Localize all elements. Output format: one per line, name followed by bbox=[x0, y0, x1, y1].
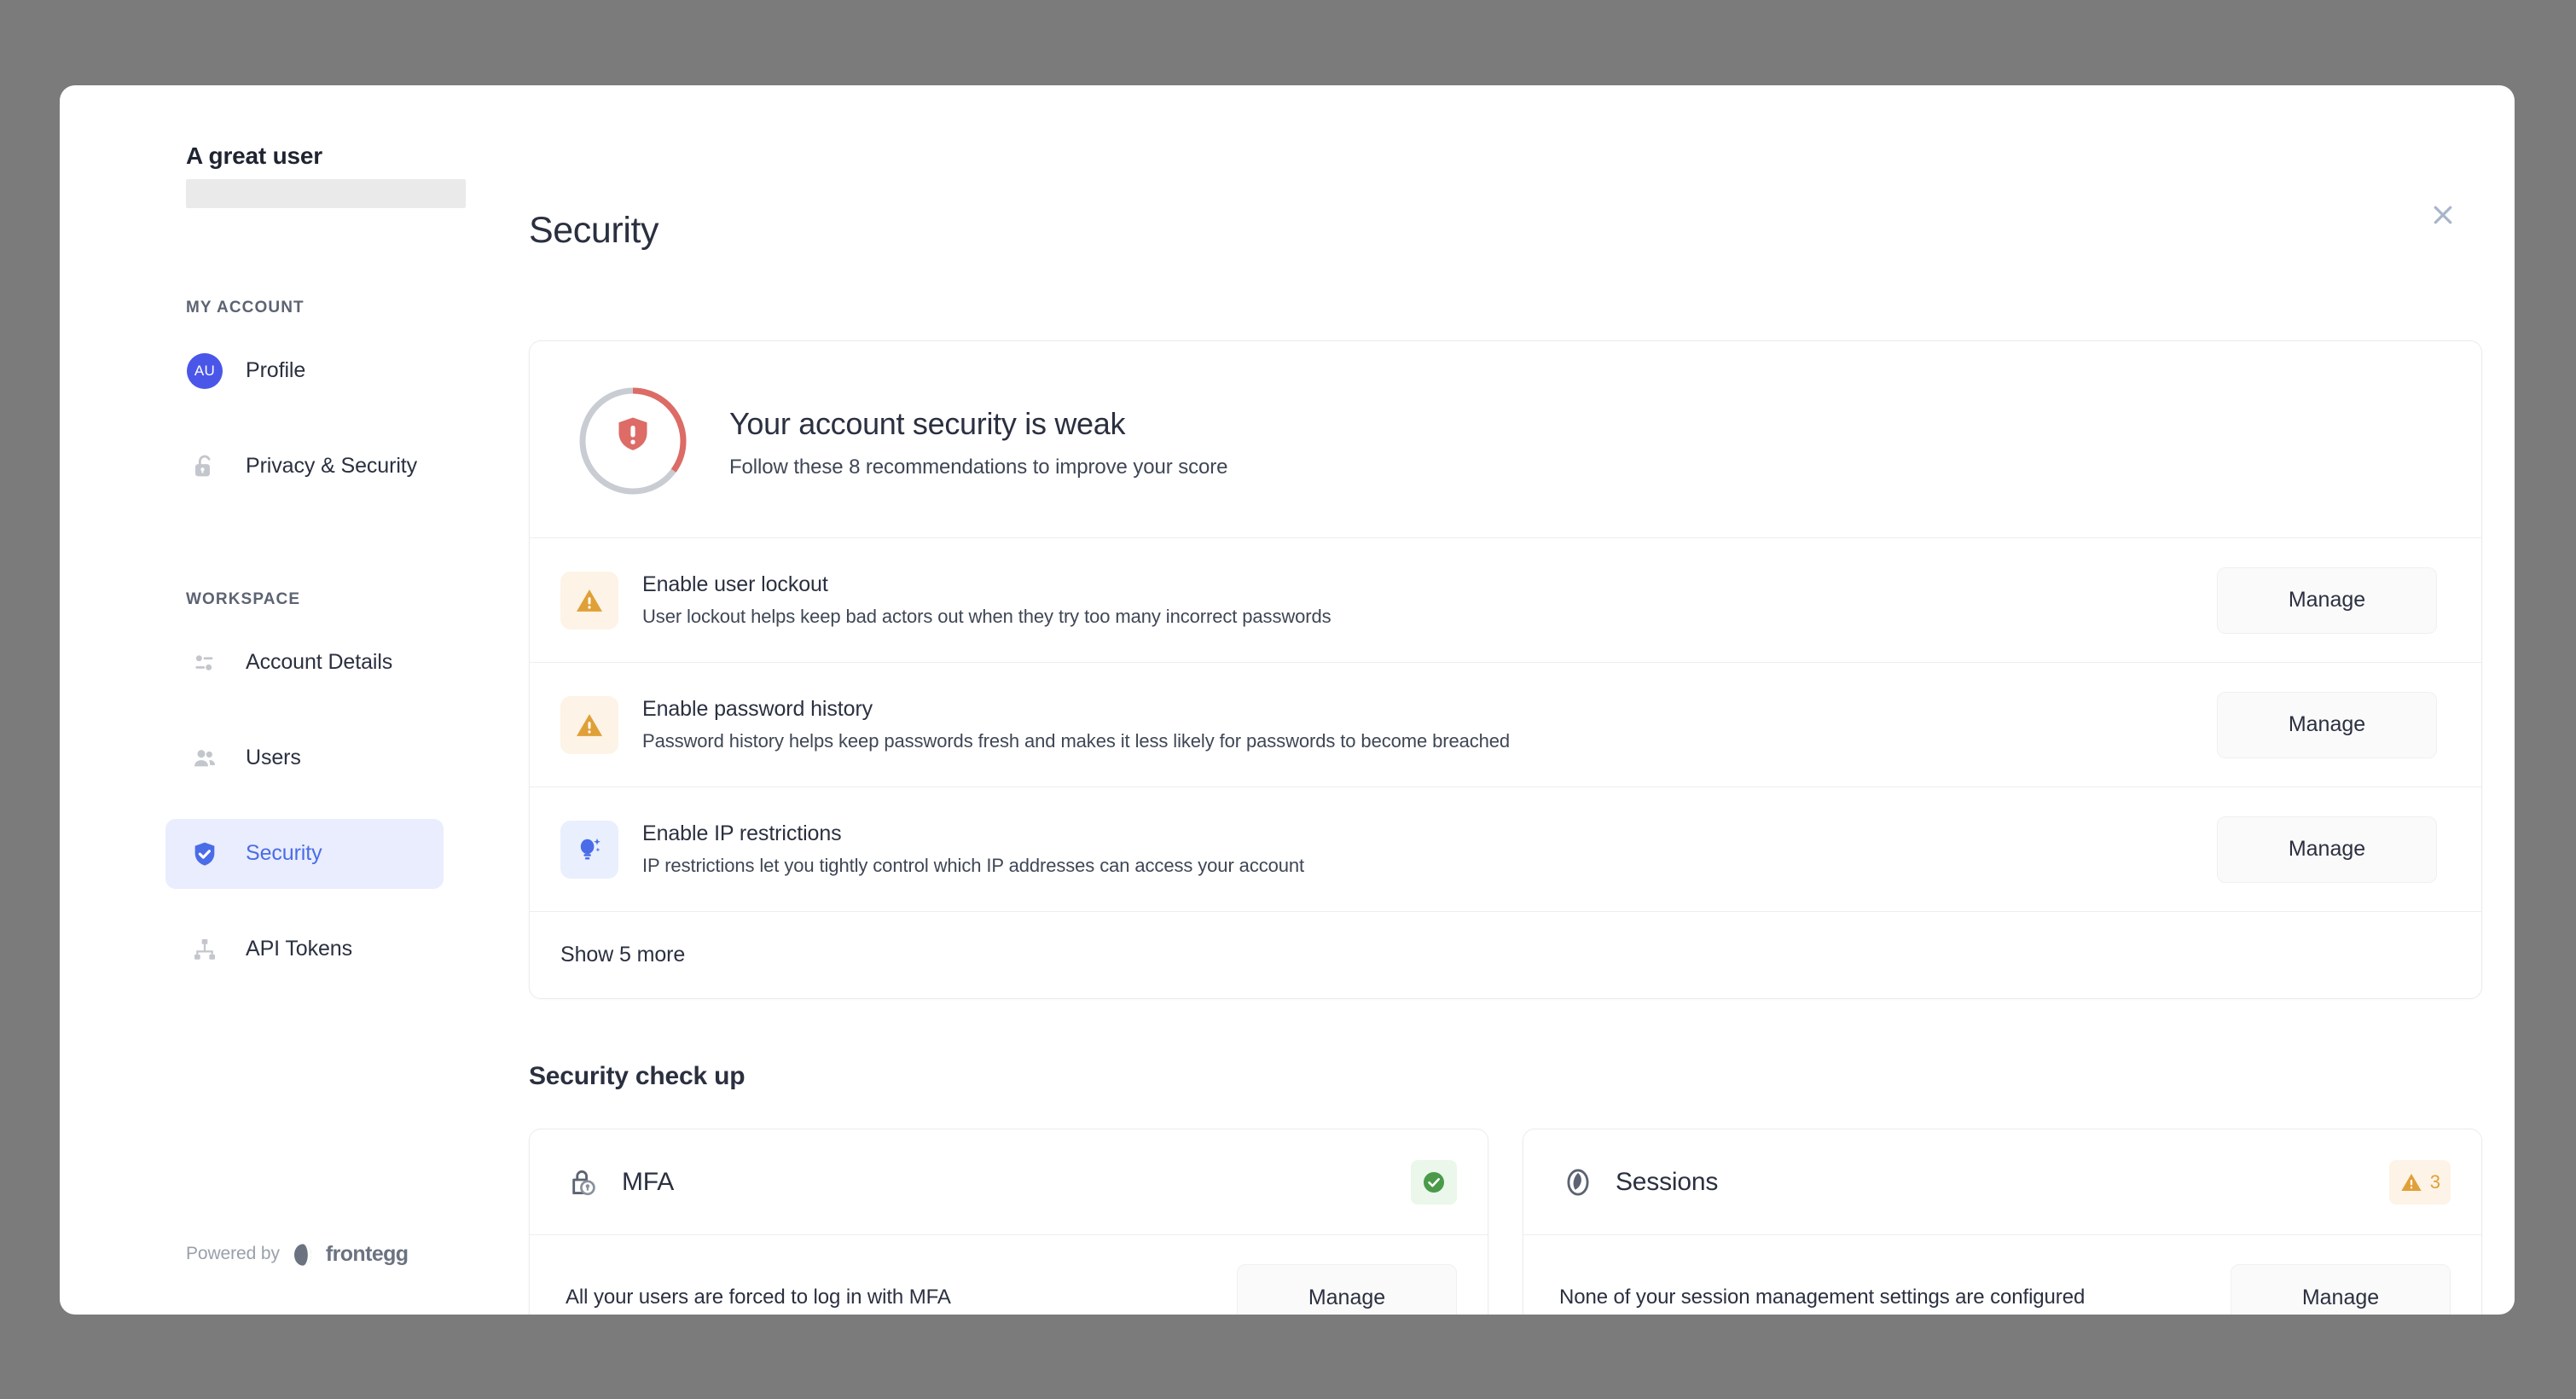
warning-triangle-icon bbox=[560, 695, 618, 754]
lightbulb-icon bbox=[560, 820, 618, 879]
sidebar-item-label: Privacy & Security bbox=[246, 454, 418, 479]
sitemap-icon bbox=[186, 931, 223, 968]
show-more-button[interactable]: Show 5 more bbox=[530, 911, 2481, 998]
card-header: Sessions 3 bbox=[1523, 1129, 2481, 1235]
card-header: MFA bbox=[530, 1129, 1488, 1235]
recommendation-description: Password history helps keep passwords fr… bbox=[642, 730, 1511, 752]
close-icon bbox=[2434, 206, 2452, 224]
shield-alert-icon bbox=[618, 417, 647, 450]
recommendation-row: Enable password history Password history… bbox=[530, 662, 2481, 787]
hero-subtitle: Follow these 8 recommendations to improv… bbox=[729, 456, 1228, 479]
security-modal: A great user MY ACCOUNT AU Profile Priva… bbox=[60, 85, 2515, 1315]
card-body: None of your session management settings… bbox=[1523, 1235, 2481, 1315]
users-icon bbox=[186, 740, 223, 777]
avatar-initials: AU bbox=[187, 352, 223, 389]
recommendation-row: Enable user lockout User lockout helps k… bbox=[530, 537, 2481, 662]
card-description: All your users are forced to log in with… bbox=[566, 1286, 951, 1309]
sidebar-section-workspace: WORKSPACE bbox=[186, 589, 301, 608]
recommendation-title: Enable password history bbox=[642, 697, 873, 721]
powered-by-label: Powered by bbox=[186, 1244, 280, 1263]
security-checkup-heading: Security check up bbox=[529, 1062, 746, 1090]
hero-title: Your account security is weak bbox=[729, 406, 1126, 441]
security-score-ring bbox=[574, 382, 692, 500]
sidebar-item-label: Account Details bbox=[246, 650, 393, 675]
checkup-card-sessions: Sessions 3 None of your session manageme… bbox=[1523, 1129, 2482, 1315]
recommendation-row: Enable IP restrictions IP restrictions l… bbox=[530, 787, 2481, 911]
sidebar-item-label: API Tokens bbox=[246, 937, 353, 961]
card-title: MFA bbox=[622, 1167, 675, 1196]
status-badge: 3 bbox=[2388, 1159, 2451, 1205]
sidebar-item-users[interactable]: Users bbox=[165, 723, 444, 793]
avatar: AU bbox=[186, 352, 223, 390]
recommendation-description: User lockout helps keep bad actors out w… bbox=[642, 606, 1332, 627]
sidebar-section-my-account: MY ACCOUNT bbox=[186, 298, 305, 316]
manage-button[interactable]: Manage bbox=[2231, 1264, 2451, 1315]
user-name: A great user bbox=[186, 142, 322, 169]
manage-button[interactable]: Manage bbox=[2217, 691, 2437, 758]
sidebar-item-security[interactable]: Security bbox=[165, 818, 444, 889]
security-checkup-grid: MFA All your users are forced to log in … bbox=[529, 1129, 2482, 1315]
check-circle-icon bbox=[1424, 1171, 1444, 1193]
warning-triangle-icon bbox=[560, 571, 618, 630]
clock-icon bbox=[1559, 1164, 1597, 1201]
main-content: Security Your account security is weak F… bbox=[469, 85, 2515, 1315]
sidebar-item-profile[interactable]: AU Profile bbox=[165, 336, 444, 406]
sidebar: A great user MY ACCOUNT AU Profile Priva… bbox=[60, 85, 469, 1315]
card-description: None of your session management settings… bbox=[1559, 1286, 2086, 1309]
page-title: Security bbox=[529, 210, 659, 251]
sliders-icon bbox=[186, 644, 223, 682]
unlock-icon bbox=[186, 448, 223, 485]
lock-mobile-icon bbox=[566, 1164, 603, 1201]
manage-button[interactable]: Manage bbox=[2217, 816, 2437, 883]
sidebar-item-api-tokens[interactable]: API Tokens bbox=[165, 914, 444, 984]
egg-icon bbox=[293, 1244, 311, 1266]
recommendations-panel: Your account security is weak Follow the… bbox=[529, 340, 2482, 999]
card-body: All your users are forced to log in with… bbox=[530, 1235, 1488, 1315]
security-score-hero: Your account security is weak Follow the… bbox=[530, 341, 2481, 537]
user-block: A great user bbox=[60, 142, 469, 208]
checkup-card-mfa: MFA All your users are forced to log in … bbox=[529, 1129, 1488, 1315]
user-placeholder-bar bbox=[186, 178, 466, 208]
recommendation-title: Enable user lockout bbox=[642, 572, 828, 596]
sidebar-item-label: Users bbox=[246, 746, 301, 770]
status-badge bbox=[1411, 1159, 1457, 1205]
brand-name: frontegg bbox=[325, 1241, 409, 1266]
recommendation-description: IP restrictions let you tightly control … bbox=[642, 855, 1305, 876]
sidebar-item-label: Profile bbox=[246, 358, 306, 383]
manage-button[interactable]: Manage bbox=[1237, 1264, 1457, 1315]
sidebar-item-account-details[interactable]: Account Details bbox=[165, 628, 444, 698]
sidebar-item-label: Security bbox=[246, 841, 322, 866]
close-button[interactable] bbox=[2422, 194, 2463, 235]
warning-triangle-icon bbox=[2401, 1173, 2422, 1191]
sidebar-item-privacy-security[interactable]: Privacy & Security bbox=[165, 432, 444, 502]
shield-check-icon bbox=[186, 835, 223, 873]
powered-by: Powered by frontegg bbox=[186, 1241, 409, 1267]
card-title: Sessions bbox=[1616, 1167, 1719, 1196]
recommendation-title: Enable IP restrictions bbox=[642, 821, 842, 845]
manage-button[interactable]: Manage bbox=[2217, 566, 2437, 634]
status-badge-count: 3 bbox=[2429, 1170, 2440, 1193]
